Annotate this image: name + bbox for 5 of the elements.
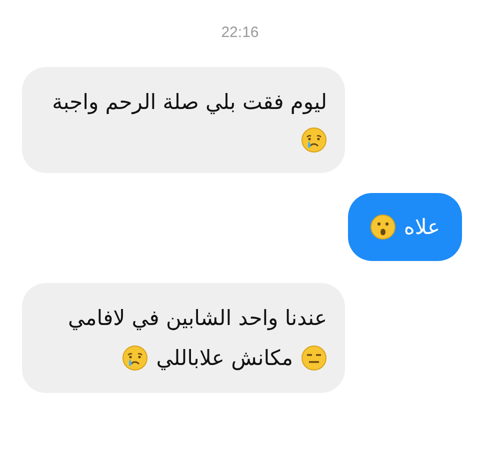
message-text: مكانش علاباللي [156,344,293,372]
message-text: ليوم فقت بلي صلة الرحم واجبة [52,88,327,116]
message-text: علاه [404,214,440,240]
message-text: عندنا واحد الشابين في لافامي [68,304,327,332]
message-time: 22:16 [221,23,259,43]
